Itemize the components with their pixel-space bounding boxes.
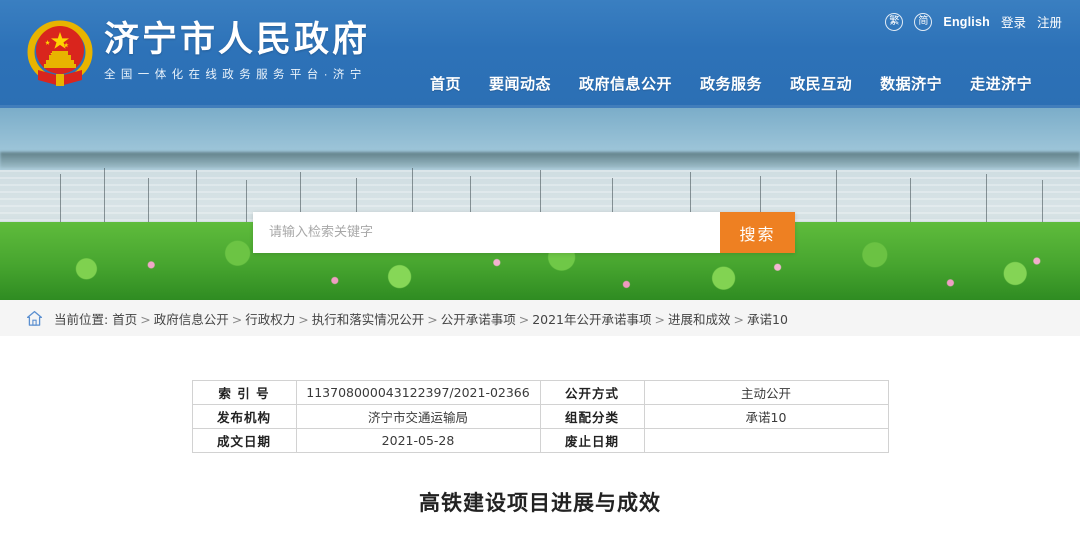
- breadcrumb-separator: >: [140, 311, 151, 327]
- site-subtitle: 全国一体化在线政务服务平台·济宁: [104, 68, 367, 81]
- meta-value-issue-date: 2021-05-28: [295, 428, 541, 453]
- nav-about[interactable]: 走进济宁: [970, 73, 1032, 94]
- top-utility-bar: 繁 简 English 登录 注册: [885, 12, 1062, 31]
- breadcrumb-item-0[interactable]: 首页: [112, 312, 137, 327]
- site-title: 济宁市人民政府: [104, 20, 371, 60]
- table-row: 索 引 号 113708000043122397/2021-02366 公开方式…: [191, 380, 889, 405]
- traditional-chinese-toggle[interactable]: 繁: [885, 12, 904, 31]
- article-content: 索 引 号 113708000043122397/2021-02366 公开方式…: [0, 336, 1080, 540]
- meta-key-index-number: 索 引 号: [191, 380, 297, 405]
- login-link[interactable]: 登录: [1001, 12, 1026, 31]
- nav-services[interactable]: 政务服务: [700, 73, 762, 94]
- site-search: 搜索: [253, 212, 795, 253]
- site-header: 繁 简 English 登录 注册 济宁市人民政府 全国一体化在线政务服务平台·…: [0, 0, 1080, 108]
- meta-value-disclosure-method: 主动公开: [643, 380, 889, 405]
- table-row: 发布机构 济宁市交通运输局 组配分类 承诺10: [191, 404, 889, 429]
- meta-key-issuing-agency: 发布机构: [191, 404, 297, 429]
- nav-home[interactable]: 首页: [430, 73, 461, 94]
- page-title: 高铁建设项目进展与成效: [419, 491, 661, 515]
- nav-news[interactable]: 要闻动态: [489, 73, 551, 94]
- brand-text: 济宁市人民政府 全国一体化在线政务服务平台·济宁: [104, 14, 370, 82]
- meta-value-issuing-agency: 济宁市交通运输局: [295, 404, 541, 429]
- breadcrumb-separator: >: [733, 311, 744, 327]
- breadcrumb-separator: >: [654, 311, 665, 327]
- site-brand[interactable]: 济宁市人民政府 全国一体化在线政务服务平台·济宁: [24, 14, 370, 90]
- nav-interaction[interactable]: 政民互动: [790, 73, 852, 94]
- breadcrumb-item-1[interactable]: 政府信息公开: [154, 312, 229, 327]
- breadcrumb-item-4[interactable]: 公开承诺事项: [441, 312, 516, 327]
- meta-value-category: 承诺10: [643, 404, 889, 429]
- page-root: 繁 简 English 登录 注册 济宁市人民政府 全国一体化在线政务服务平台·…: [0, 0, 1080, 540]
- table-row: 成文日期 2021-05-28 废止日期: [191, 428, 889, 453]
- breadcrumb-trail: 当前位置: 首页 > 政府信息公开 > 行政权力 > 执行和落实情况公开 > 公开承诺事项 >20…: [54, 309, 788, 328]
- banner-treeline: [0, 152, 1080, 168]
- simplified-chinese-toggle[interactable]: 简: [914, 12, 933, 31]
- china-national-emblem-icon: [24, 14, 96, 90]
- meta-value-index-number: 113708000043122397/2021-02366: [295, 380, 541, 405]
- breadcrumb-item-6[interactable]: 进展和成效: [668, 312, 731, 327]
- register-link[interactable]: 注册: [1037, 12, 1062, 31]
- meta-key-expiry-date: 废止日期: [539, 428, 645, 453]
- breadcrumb-item-5[interactable]: 2021年公开承诺事项: [532, 312, 651, 327]
- home-icon[interactable]: [26, 310, 43, 327]
- nav-gov-info[interactable]: 政府信息公开: [579, 73, 672, 94]
- breadcrumb-separator: >: [427, 311, 438, 327]
- main-navigation: 首页 要闻动态 政府信息公开 政务服务 政民互动 数据济宁 走进济宁: [430, 73, 1032, 94]
- breadcrumb-item-3[interactable]: 执行和落实情况公开: [312, 312, 425, 327]
- meta-key-issue-date: 成文日期: [191, 428, 297, 453]
- breadcrumb-item-2[interactable]: 行政权力: [245, 312, 295, 327]
- meta-value-expiry-date: [643, 428, 889, 453]
- document-metadata-table: 索 引 号 113708000043122397/2021-02366 公开方式…: [191, 380, 889, 453]
- breadcrumb-label: 当前位置:: [54, 311, 109, 327]
- meta-key-category: 组配分类: [539, 404, 645, 429]
- search-button[interactable]: 搜索: [720, 212, 795, 253]
- english-link[interactable]: English: [943, 15, 990, 29]
- breadcrumb-separator: >: [518, 311, 530, 327]
- breadcrumb-separator: >: [298, 311, 309, 327]
- search-input[interactable]: [253, 212, 720, 253]
- breadcrumb-separator: >: [231, 311, 243, 327]
- breadcrumb: 当前位置: 首页 > 政府信息公开 > 行政权力 > 执行和落实情况公开 > 公开承诺事项 >20…: [0, 300, 1080, 336]
- nav-data[interactable]: 数据济宁: [880, 73, 942, 94]
- meta-key-disclosure-method: 公开方式: [539, 380, 645, 405]
- breadcrumb-item-7[interactable]: 承诺10: [747, 312, 788, 327]
- hero-banner-image: 搜索: [0, 108, 1080, 300]
